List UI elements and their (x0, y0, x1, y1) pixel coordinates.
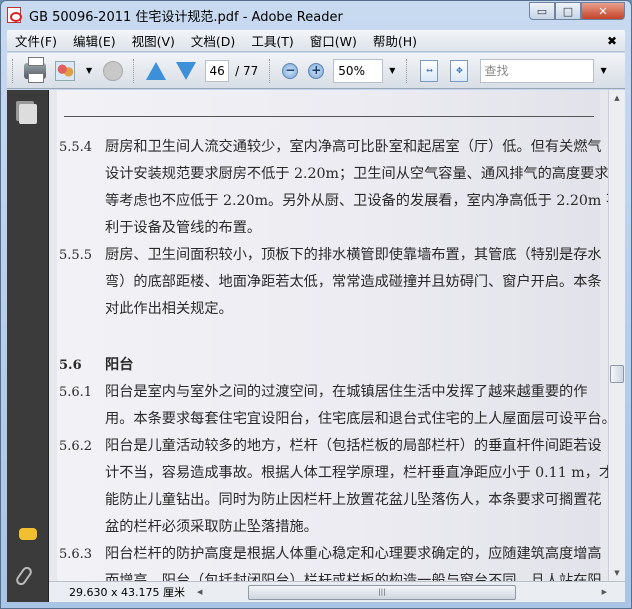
title-bar: GB 50096-2011 住宅设计规范.pdf - Adobe Reader … (1, 1, 631, 29)
window-title: GB 50096-2011 住宅设计规范.pdf - Adobe Reader (29, 9, 343, 25)
toolbar-grip[interactable] (269, 58, 272, 83)
chevron-down-icon[interactable]: ▼ (86, 66, 92, 75)
app-window: GB 50096-2011 住宅设计规范.pdf - Adobe Reader … (0, 0, 632, 609)
print-button[interactable] (22, 56, 48, 84)
text-line: 盆的栏杆必须采取防止坠落措施。 (105, 519, 318, 535)
zoom-in-button[interactable]: + (308, 62, 325, 79)
menu-tools[interactable]: 工具(T) (243, 31, 301, 50)
minimize-button[interactable]: ▭ (529, 2, 555, 20)
web-button (100, 58, 126, 84)
clause-number: 5.5.5 (59, 248, 93, 263)
pdf-page: 5.5.4 厨房和卫生间人流交通较少，室内净高可比卧室和起居室（厅）低。但有关燃气… (57, 90, 608, 581)
toolbar: ▼ 46 / 77 − + 50% ▼ ↔ ✥ 查找 ▼ (7, 53, 625, 89)
text-line: 厨房、卫生间面积较小，顶板下的排水横管即使靠墙布置，其管底（特别是存水 (105, 247, 602, 263)
arrow-up-icon (146, 61, 167, 80)
header-rule (64, 116, 594, 117)
menu-help[interactable]: 帮助(H) (365, 31, 425, 50)
printer-icon (24, 56, 46, 83)
attachment-icon[interactable] (14, 564, 34, 588)
scroll-down-icon[interactable]: ▼ (609, 565, 625, 581)
toolbar-grip[interactable] (406, 58, 409, 83)
zoom-level-input[interactable]: 50% (333, 58, 384, 83)
text-line: 等考虑也不应低于 2.20m。另外从厨、卫设备的发展看，室内净高低于 2.20m… (105, 193, 608, 209)
document-view: 5.5.4 厨房和卫生间人流交通较少，室内净高可比卧室和起居室（厅）低。但有关燃气… (49, 90, 608, 581)
text-line: 用。本条要求每套住宅宜设阳台，住宅底层和退台式住宅的上人屋面层可设平台。 (105, 411, 608, 427)
clause-number: 5.6.2 (59, 439, 93, 454)
pdf-file-icon (7, 7, 22, 23)
menu-window[interactable]: 窗口(W) (302, 31, 365, 50)
text-line: 设计安装规范要求厨房不低于 2.20m；卫生间从空气容量、通风排气的高度要求 (105, 166, 608, 182)
fit-width-icon: ↔ (420, 59, 439, 82)
page-number-input[interactable]: 46 (205, 59, 230, 82)
text-line: 利于设备及管线的布置。 (105, 220, 262, 236)
page-size: 29.630 x 43.175 厘米 (69, 586, 185, 599)
menu-bar: 文件(F) 编辑(E) 视图(V) 文档(D) 工具(T) 窗口(W) 帮助(H… (7, 30, 625, 52)
clause-number: 5.5.4 (59, 140, 93, 155)
text-line: 对此作出相关规定。 (105, 301, 233, 317)
text-line: 阳台栏杆的防护高度是根据人体重心稳定和心理要求确定的，应随建筑高度增高 (105, 546, 602, 562)
fit-page-icon: ✥ (450, 59, 469, 82)
text-line: 计不当，容易造成事故。根据人体工程学原理，栏杆垂直净距应小于 0.11 m，才 (105, 465, 608, 481)
search-input[interactable]: 查找 (480, 58, 595, 83)
text-line: 而增高。阳台（包括封闭阳台）栏杆或栏板的构造一般与窗台不同，且人站在阳 (105, 573, 602, 581)
menu-file[interactable]: 文件(F) (7, 31, 65, 50)
next-page-button[interactable] (173, 58, 199, 84)
globe-icon (103, 60, 124, 81)
text-line: 弯）的底部距楼、地面净距若太低，常常造成碰撞并且妨碍门、窗户开启。本条 (105, 274, 602, 290)
close-button[interactable]: ✕ (581, 2, 625, 20)
fit-width-button[interactable]: ↔ (416, 58, 442, 84)
horizontal-scrollbar[interactable]: ◀ ||| ▶ (197, 584, 607, 601)
scroll-right-icon[interactable]: ▶ (602, 584, 607, 601)
comments-icon[interactable] (19, 528, 37, 540)
previous-page-button[interactable] (143, 58, 169, 84)
close-document-icon[interactable]: ✖ (607, 34, 617, 48)
share-people-icon (55, 60, 75, 81)
scroll-left-icon[interactable]: ◀ (197, 584, 202, 601)
maximize-button[interactable]: □ (555, 2, 581, 20)
zoom-dropdown-icon[interactable]: ▼ (389, 66, 395, 75)
page-total: / 77 (235, 63, 259, 78)
toolbar-grip[interactable] (12, 58, 15, 83)
clause-number: 5.6.3 (59, 547, 93, 562)
search-dropdown-icon[interactable]: ▼ (600, 66, 606, 75)
scroll-up-icon[interactable]: ▲ (609, 90, 625, 106)
text-line: 能防止儿童钻出。同时为防止因栏杆上放置花盆儿坠落伤人，本条要求可搁置花 (105, 492, 602, 508)
toolbar-grip[interactable] (133, 58, 136, 83)
status-bar: 29.630 x 43.175 厘米 ◀ ||| ▶ (49, 581, 625, 602)
vertical-scroll-thumb[interactable] (610, 365, 624, 383)
zoom-out-button[interactable]: − (282, 62, 299, 79)
text-line: 厨房和卫生间人流交通较少，室内净高可比卧室和起居室（厅）低。但有关燃气 (105, 139, 602, 155)
vertical-scrollbar[interactable]: ▲ ▼ (608, 90, 625, 581)
text-line: 阳台 (105, 357, 134, 373)
menu-edit[interactable]: 编辑(E) (65, 31, 124, 50)
pages-icon[interactable] (19, 104, 37, 124)
arrow-down-icon (176, 61, 197, 80)
horizontal-scroll-thumb[interactable]: ||| (248, 584, 516, 600)
menu-view[interactable]: 视图(V) (124, 31, 183, 50)
clause-number: 5.6.1 (59, 385, 93, 400)
menu-document[interactable]: 文档(D) (183, 31, 243, 50)
fit-page-button[interactable]: ✥ (446, 58, 472, 84)
text-line: 阳台是室内与室外之间的过渡空间，在城镇居住生活中发挥了越来越重要的作 (105, 384, 588, 400)
navigation-panel (7, 90, 49, 602)
collaborate-button[interactable] (52, 58, 78, 84)
text-line: 阳台是儿童活动较多的地方，栏杆（包括栏板的局部栏杆）的垂直杆件间距若设 (105, 438, 602, 454)
clause-number: 5.6 (59, 358, 82, 373)
